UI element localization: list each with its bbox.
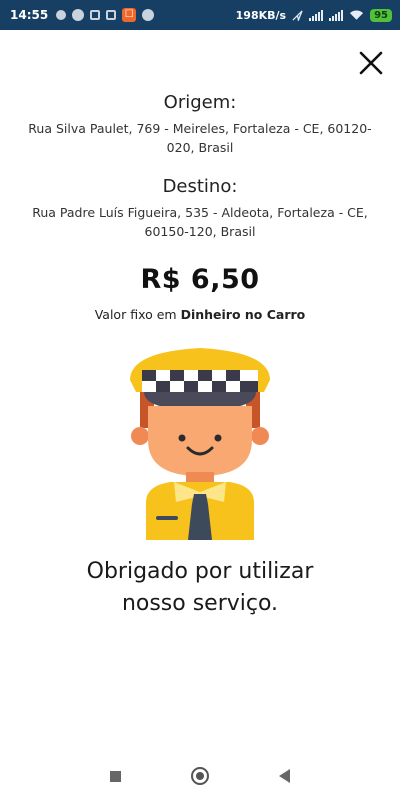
- fare-section: R$ 6,50 Valor fixo em Dinheiro no Carro: [0, 264, 400, 322]
- home-button[interactable]: [191, 767, 209, 785]
- destination-section: Destino: Rua Padre Luís Figueira, 535 - …: [0, 176, 400, 241]
- network-speed: 198KB/s: [235, 8, 287, 22]
- origin-section: Origem: Rua Silva Paulet, 769 - Meireles…: [0, 92, 400, 157]
- notification-icon: [72, 9, 85, 21]
- battery-indicator: 95: [370, 8, 392, 22]
- taxi-driver-illustration: [130, 348, 270, 540]
- app-notification-icon: ☐: [122, 8, 137, 22]
- status-bar: 14:55 ☐ 198KB/s 95: [0, 0, 400, 30]
- fare-note: Valor fixo em Dinheiro no Carro: [0, 307, 400, 322]
- signal-icon: [329, 9, 344, 21]
- thanks-line-2: nosso serviço.: [121, 591, 279, 616]
- notification-icons: ☐: [56, 8, 155, 22]
- wifi-icon: [350, 10, 364, 20]
- origin-address: Rua Silva Paulet, 769 - Meireles, Fortal…: [28, 121, 372, 155]
- notification-icon: [56, 10, 67, 20]
- destination-label: Destino:: [162, 176, 238, 197]
- notification-icon: [142, 9, 155, 21]
- payment-method: Dinheiro no Carro: [180, 307, 306, 322]
- origin-label: Origem:: [163, 92, 237, 113]
- recents-button[interactable]: [110, 770, 121, 782]
- thanks-line-1: Obrigado por utilizar: [86, 559, 314, 584]
- destination-address: Rua Padre Luís Figueira, 535 - Aldeota, …: [32, 205, 368, 239]
- status-time: 14:55: [10, 8, 49, 22]
- notification-icon: [90, 10, 101, 20]
- system-icons: 198KB/s 95: [235, 8, 392, 22]
- close-icon: [359, 51, 383, 75]
- alarm-icon: [292, 9, 303, 21]
- notification-icon: [106, 10, 117, 20]
- fare-note-prefix: Valor fixo em: [94, 307, 177, 322]
- thanks-message: Obrigado por utilizar nosso serviço.: [0, 556, 400, 620]
- signal-icon: [309, 9, 324, 21]
- system-navigation-bar: [0, 752, 400, 800]
- back-button[interactable]: [279, 769, 290, 783]
- close-button[interactable]: [356, 48, 386, 78]
- fare-price: R$ 6,50: [140, 264, 260, 295]
